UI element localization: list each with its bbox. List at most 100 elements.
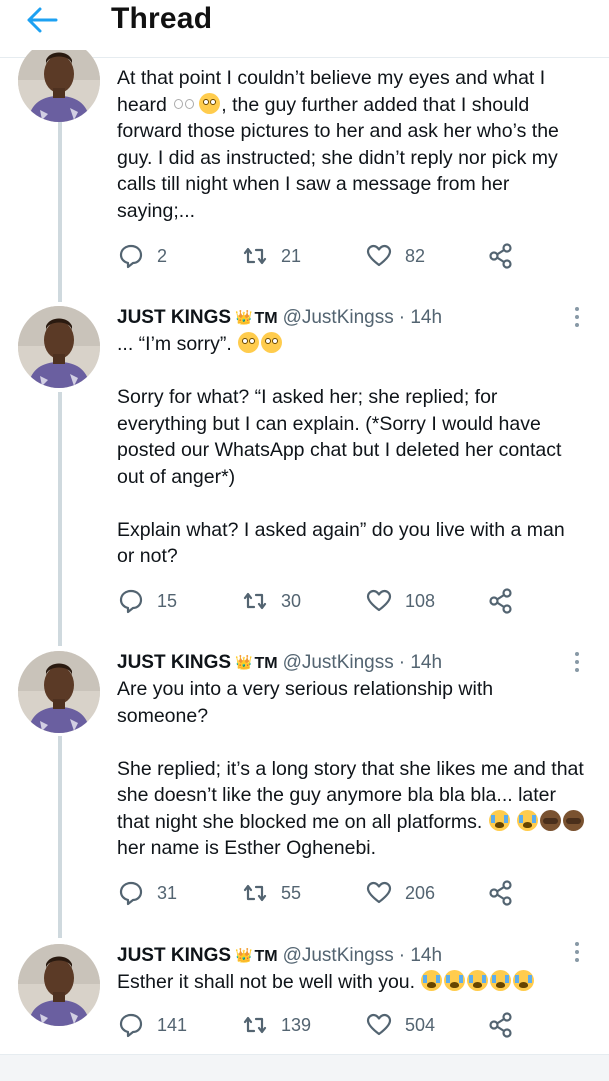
text-run: ... “I’m sorry”. — [117, 333, 238, 355]
tweet-text: ... “I’m sorry”. Sorry for what? “I aske… — [117, 331, 587, 570]
sob-emoji-icon — [490, 970, 512, 991]
like-icon — [366, 589, 392, 612]
arrow-left-icon — [27, 7, 58, 33]
reply-button[interactable]: 141 — [117, 1010, 187, 1040]
avatar-photo — [18, 40, 100, 122]
crown-icon: 👑 — [235, 654, 253, 670]
tweet-paragraph: Explain what? I asked again” do you live… — [117, 517, 587, 570]
author-name: JUST KINGS — [117, 945, 232, 966]
flushed-emoji-icon — [261, 332, 283, 353]
avatar-photo — [18, 944, 100, 1026]
retweet-icon — [243, 1016, 267, 1034]
tweet-header: JUST KINGS 👑 TM @JustKingss · 14h — [117, 650, 442, 676]
like-count: 82 — [405, 245, 426, 266]
avatar-photo — [18, 306, 100, 388]
sob-emoji-icon — [513, 970, 535, 991]
avatar[interactable] — [18, 651, 100, 733]
tweet-paragraph: Are you into a very serious relationship… — [117, 676, 587, 729]
avatar[interactable] — [18, 306, 100, 388]
tweet-text: Esther it shall not be well with you. — [117, 969, 587, 996]
tweet-time: · 14h — [398, 945, 443, 966]
text-run — [511, 811, 516, 833]
tweet-header: JUST KINGS 👑 TM @JustKingss · 14h — [117, 943, 442, 969]
more-vertical-icon[interactable] — [571, 650, 583, 674]
tweet-actions: 2 21 82 — [117, 241, 537, 271]
tweet-actions: 141 139 504 — [117, 1010, 537, 1040]
flushed-emoji-icon — [199, 92, 221, 114]
tweet-time: · 14h — [398, 652, 443, 673]
retweet-button[interactable]: 21 — [241, 241, 301, 271]
reply-button[interactable]: 15 — [117, 586, 177, 616]
like-count: 504 — [405, 1014, 436, 1035]
author-handle: @JustKingss — [282, 945, 394, 966]
share-icon — [489, 1012, 512, 1038]
text-run: Sorry for what? “I asked her; she replie… — [117, 386, 562, 488]
like-count: 206 — [405, 882, 436, 903]
tweet-paragraph: She replied; it’s a long story that she … — [117, 756, 587, 862]
tweet-paragraph: ... “I’m sorry”. — [117, 331, 587, 358]
tweet-header: JUST KINGS 👑 TM @JustKingss · 14h — [117, 305, 442, 331]
like-button[interactable]: 108 — [365, 586, 435, 616]
reply-icon — [119, 244, 143, 269]
sob-emoji-icon — [488, 809, 510, 831]
tweet-paragraph: At that point I couldn’t believe my eyes… — [117, 65, 587, 224]
avatar[interactable] — [18, 944, 100, 1026]
retweet-icon — [243, 884, 267, 902]
like-icon — [366, 881, 392, 904]
retweet-button[interactable]: 55 — [241, 878, 301, 908]
back-button[interactable] — [22, 2, 62, 38]
text-run: Explain what? I asked again” do you live… — [117, 518, 565, 568]
retweet-button[interactable]: 30 — [241, 586, 301, 616]
like-icon — [366, 244, 392, 267]
share-button[interactable] — [487, 241, 515, 271]
app-header: Thread — [0, 0, 609, 50]
author-name: JUST KINGS — [117, 652, 232, 673]
share-icon — [489, 880, 512, 906]
reply-count: 141 — [157, 1014, 188, 1035]
like-button[interactable]: 504 — [365, 1010, 435, 1040]
flushed-emoji-icon — [238, 332, 260, 353]
crown-icon: 👑 — [235, 309, 253, 325]
share-button[interactable] — [487, 1010, 515, 1040]
tweet-text: Are you into a very serious relationship… — [117, 676, 587, 862]
crown-icon: 👑 — [235, 947, 253, 963]
tweet-paragraph: Esther it shall not be well with you. — [117, 969, 587, 996]
page-title: Thread — [111, 2, 213, 35]
tweet[interactable]: JUST KINGS 👑 TM @JustKingss · 14h ... “I’m s… — [0, 290, 609, 635]
tweet[interactable]: JUST KINGS 👑 TM @JustKingss · 14h Esther it … — [0, 930, 609, 1054]
retweet-count: 30 — [281, 590, 302, 611]
sob-emoji-icon — [444, 970, 466, 991]
text-run: her name is Esther Oghenebi. — [117, 837, 377, 859]
avatar[interactable] — [18, 40, 100, 122]
text-run: Esther it shall not be well with you. — [117, 971, 421, 993]
tweet-actions: 15 30 108 — [117, 586, 537, 616]
reply-count: 15 — [157, 590, 178, 611]
author-tm: TM — [254, 948, 278, 965]
retweet-icon — [243, 247, 267, 265]
like-button[interactable]: 82 — [365, 241, 425, 271]
like-button[interactable]: 206 — [365, 878, 435, 908]
facepalm-emoji-icon — [540, 809, 562, 831]
text-run: , the guy further added that I should fo… — [117, 93, 559, 222]
reply-button[interactable]: 31 — [117, 878, 177, 908]
sob-emoji-icon — [517, 809, 539, 831]
author-handle: @JustKingss — [282, 307, 394, 328]
tweet[interactable]: JUST KINGS 👑 TM @JustKingss · 14h Are you in… — [0, 635, 609, 930]
tweet-actions: 31 55 206 — [117, 878, 537, 908]
author-handle: @JustKingss — [282, 652, 394, 673]
author-name: JUST KINGS — [117, 307, 232, 328]
reply-icon — [119, 589, 143, 614]
retweet-button[interactable]: 139 — [241, 1010, 311, 1040]
tweet-time: · 14h — [398, 307, 443, 328]
eyes-emoji-icon — [173, 97, 197, 111]
like-icon — [366, 1013, 392, 1036]
sob-emoji-icon — [421, 970, 443, 991]
share-button[interactable] — [487, 878, 515, 908]
more-vertical-icon[interactable] — [571, 940, 583, 964]
share-icon — [489, 588, 512, 614]
reply-button[interactable]: 2 — [117, 241, 167, 271]
reply-icon — [119, 1013, 143, 1038]
more-vertical-icon[interactable] — [571, 305, 583, 329]
like-count: 108 — [405, 590, 436, 611]
share-button[interactable] — [487, 586, 515, 616]
